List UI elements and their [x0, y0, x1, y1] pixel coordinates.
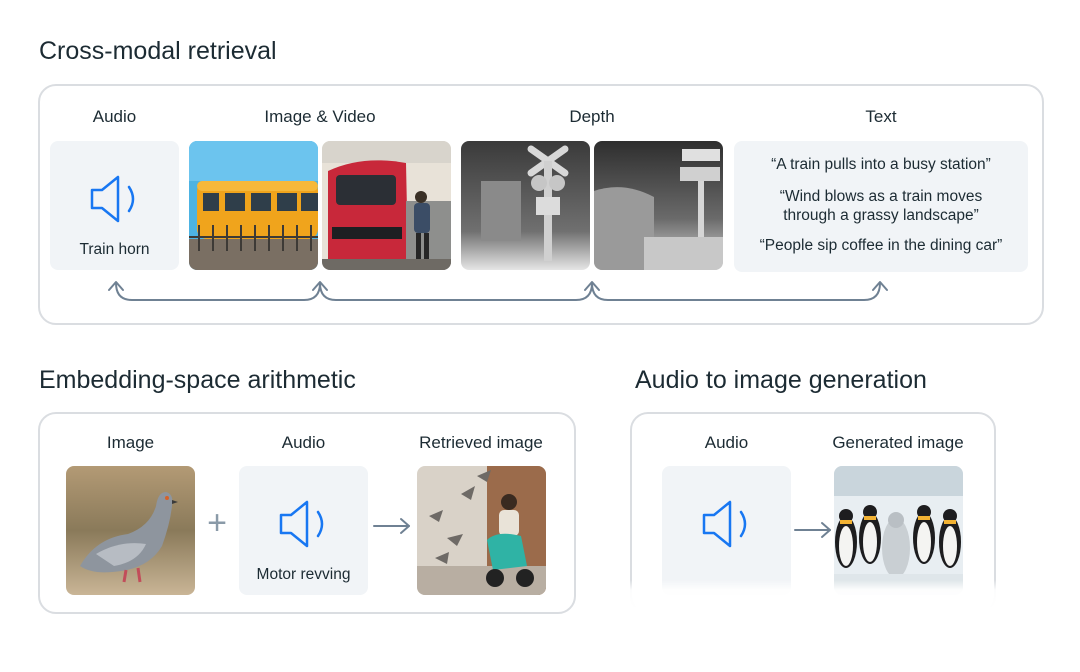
depth-map-train-image: [594, 141, 723, 270]
depth-column-label: Depth: [569, 107, 615, 126]
speaker-icon: [277, 498, 333, 550]
train-horn-audio-tile: Train horn: [50, 141, 179, 270]
audio-column-label: Audio: [92, 107, 137, 126]
depth-map-crossing-image: [461, 141, 590, 270]
plus-operator: +: [207, 504, 227, 542]
motor-revving-audio-tile: Motor revving: [239, 466, 368, 595]
retrieved-scooter-image: [417, 466, 546, 595]
image-video-column-label: Image & Video: [264, 107, 376, 126]
arrow-right-icon: [793, 520, 833, 540]
text-column-label: Text: [865, 107, 897, 126]
red-train-image: [322, 141, 451, 270]
generated-penguins-image: [834, 466, 963, 595]
retrieved-image-column-label: Retrieved image: [419, 433, 543, 452]
bottom-fade-overlay: [600, 580, 1080, 672]
cross-modal-title: Cross-modal retrieval: [39, 37, 277, 65]
embedding-title: Embedding-space arithmetic: [39, 366, 356, 394]
curved-arrow-icon: [100, 278, 900, 308]
arrow-right-icon: [372, 516, 412, 536]
generated-image-column-label: Generated image: [832, 433, 964, 452]
text-captions-tile: “A train pulls into a busy station” “Win…: [734, 141, 1028, 272]
motor-revving-caption: Motor revving: [256, 566, 351, 583]
train-horn-caption: Train horn: [79, 241, 150, 258]
caption-dining-car: “People sip coffee in the dining car”: [759, 237, 1003, 254]
caption-wind-blows-line1: “Wind blows as a train moves: [779, 188, 983, 205]
pigeon-image: [66, 466, 195, 595]
speaker-icon: [700, 498, 756, 550]
audio-column-label-generation: Audio: [704, 433, 749, 452]
caption-busy-station: “A train pulls into a busy station”: [771, 156, 991, 173]
image-column-label: Image: [106, 433, 155, 452]
generation-audio-tile: [662, 466, 791, 595]
generation-title: Audio to image generation: [635, 366, 927, 394]
caption-wind-blows-line2: through a grassy landscape”: [783, 207, 979, 224]
yellow-train-image: [189, 141, 318, 270]
audio-column-label-embedding: Audio: [281, 433, 326, 452]
speaker-icon: [88, 173, 144, 225]
